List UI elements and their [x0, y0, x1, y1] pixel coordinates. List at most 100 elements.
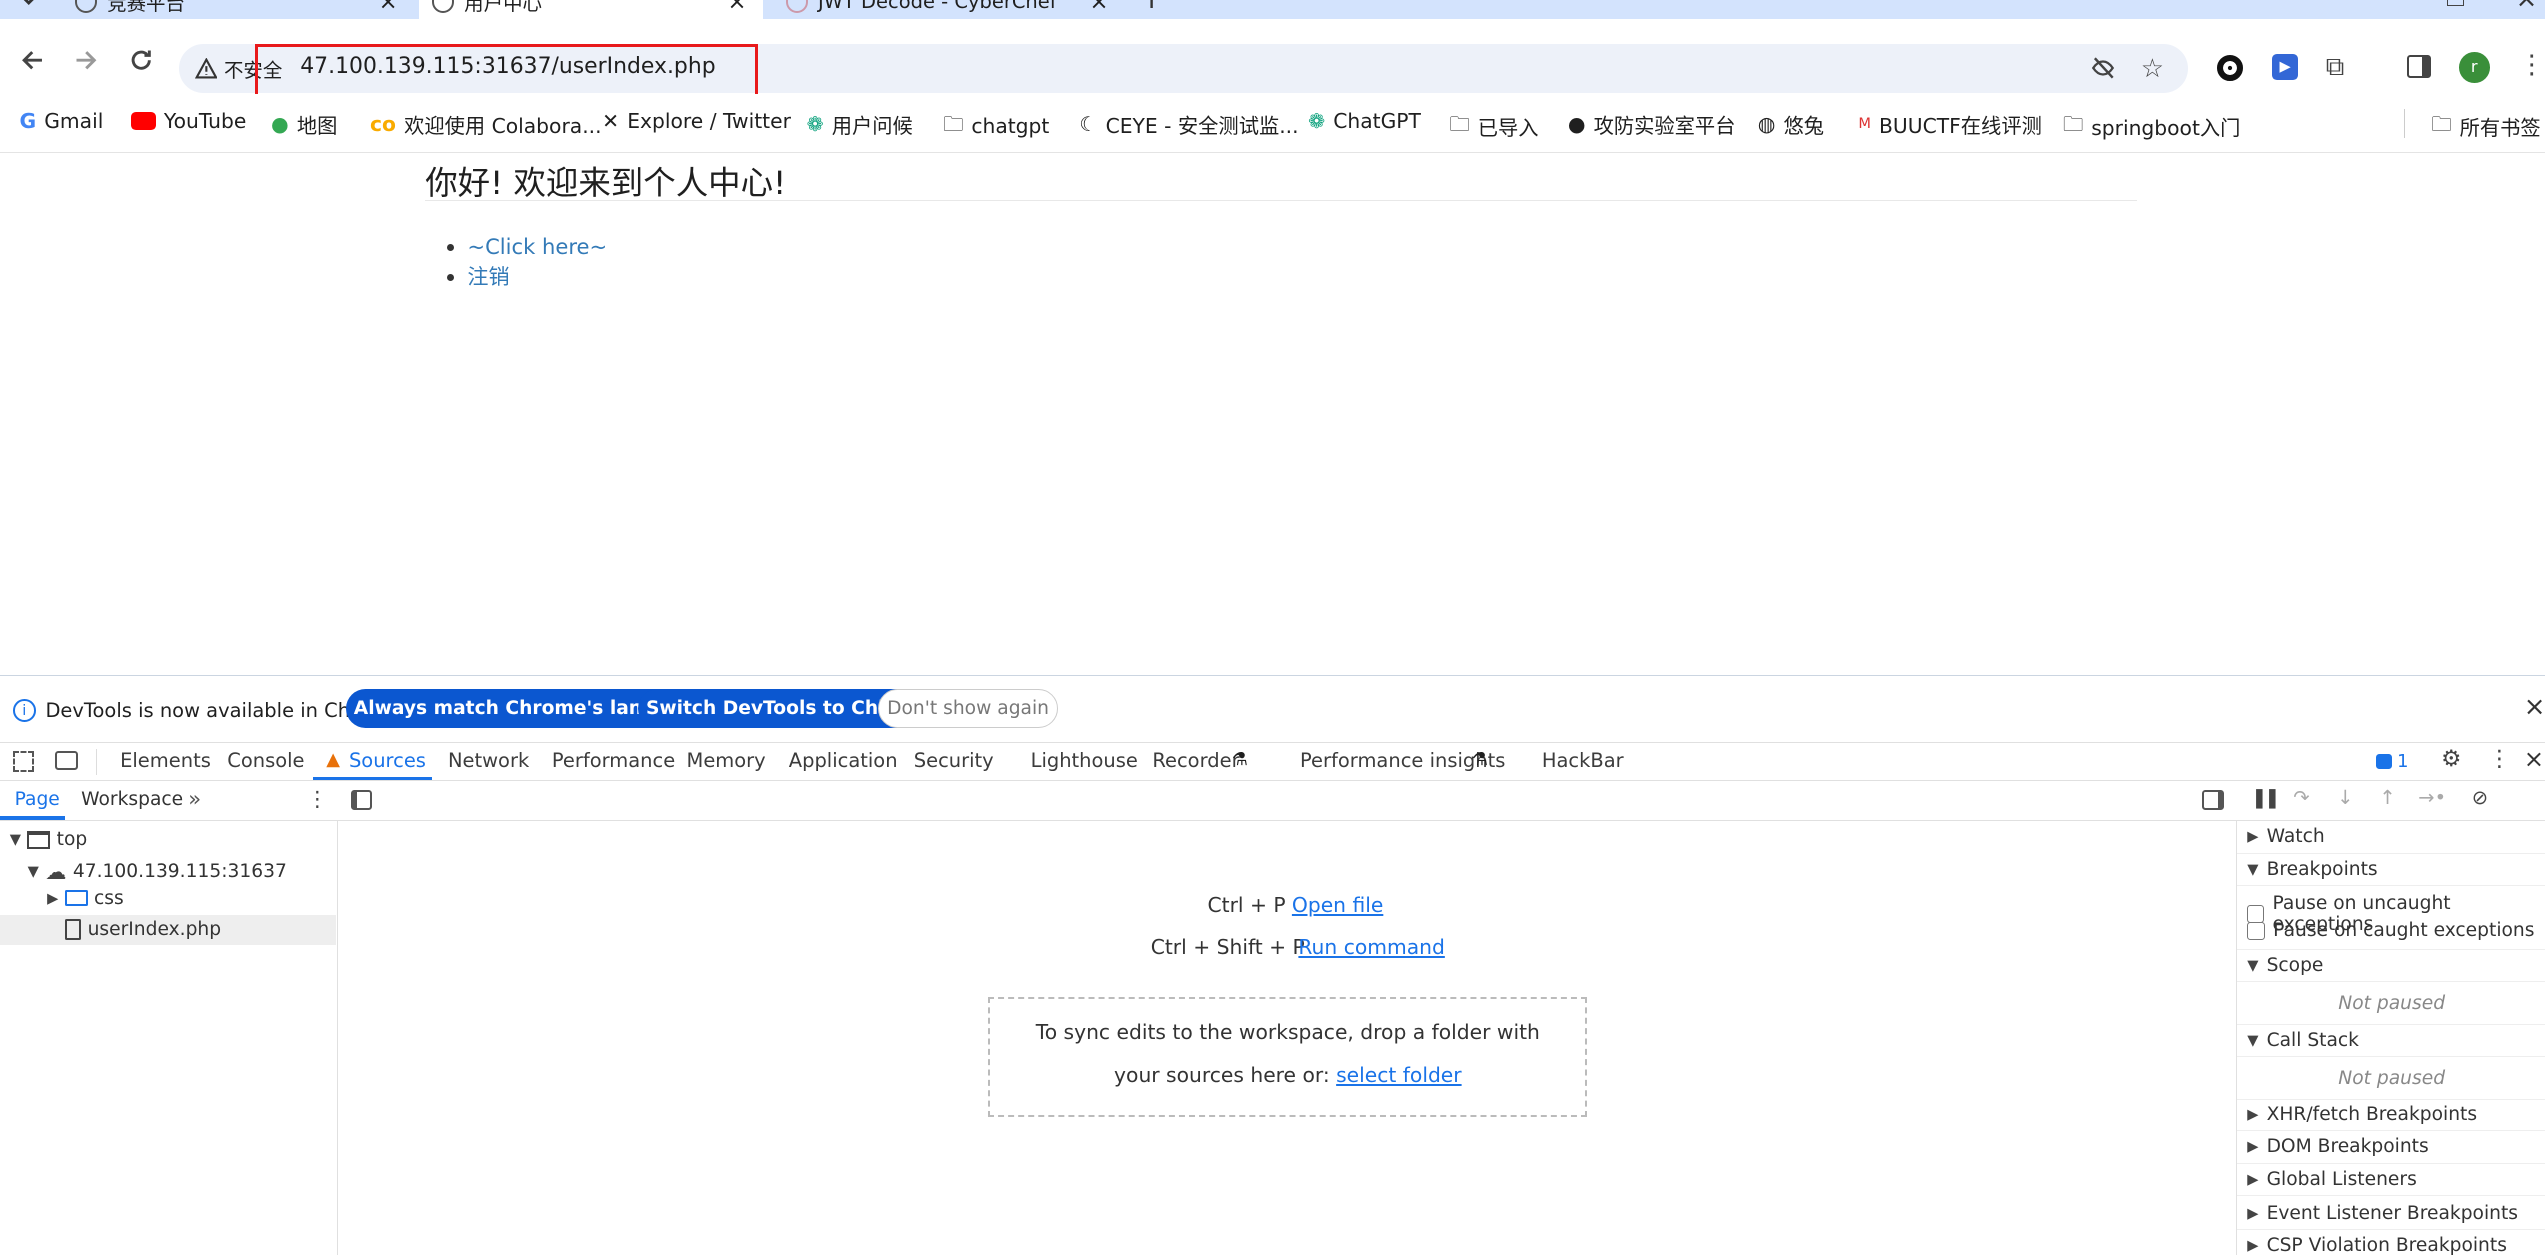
tab-performance[interactable]: Performance	[552, 749, 675, 772]
tab-application[interactable]: Application	[789, 749, 898, 772]
tab-sources[interactable]: Sources	[349, 749, 426, 772]
tab-elements[interactable]: Elements	[120, 749, 211, 772]
tab-workspace[interactable]: Workspace	[81, 789, 183, 810]
dont-show-again-button[interactable]: Don't show again	[878, 689, 1059, 729]
workspace-drop-zone[interactable]: To sync edits to the workspace, drop a f…	[988, 996, 1588, 1117]
logout-link[interactable]: 注销	[467, 264, 509, 289]
section-dom-breakpoints[interactable]: ▶ DOM Breakpoints	[2237, 1131, 2545, 1164]
section-xhr-breakpoints[interactable]: ▶ XHR/fetch Breakpoints	[2237, 1098, 2545, 1132]
reload-button[interactable]	[125, 44, 157, 76]
section-breakpoints[interactable]: ▼ Breakpoints	[2237, 854, 2545, 887]
all-bookmarks[interactable]: 🗀 所有书签	[2431, 109, 2540, 144]
tab-page[interactable]: Page	[15, 789, 60, 810]
tab-cyberchef[interactable]: JWT Decode - CyberChef ×	[776, 0, 1125, 19]
extension-play-icon[interactable]: ▶	[2272, 53, 2299, 80]
tree-item-file[interactable]: userIndex.php	[64, 918, 221, 940]
bookmark-springboot[interactable]: 🗀 springboot入门	[2063, 109, 2241, 144]
bookmark-imported[interactable]: 🗀 已导入	[1449, 109, 1538, 144]
bookmark-buuctf[interactable]: M BUUCTF在线评测	[1858, 109, 2042, 139]
tab-search-button[interactable]	[13, 0, 45, 16]
sources-toolbar: Page Workspace » ⋮ ❚❚ ↷ ↓ ↑ →• ⊘	[0, 780, 2545, 822]
list-item: ~Click here~	[467, 232, 607, 262]
flask-icon: ⚗	[1231, 749, 1248, 771]
toggle-navigator-icon[interactable]	[350, 790, 372, 810]
tab-security[interactable]: Security	[914, 749, 994, 772]
tree-item-top[interactable]: ▼ top	[10, 829, 88, 850]
page-tab-underline	[0, 816, 65, 820]
bookmark-chatgpt-folder[interactable]: 🗀 chatgpt	[943, 109, 1049, 144]
new-tab-button[interactable]: +	[1139, 0, 1163, 15]
arrow-right-icon	[76, 50, 97, 70]
issues-badge[interactable]: 1	[2376, 751, 2409, 772]
bookmark-colab[interactable]: co 欢迎使用 Colabora...	[370, 109, 602, 139]
tab-competition[interactable]: 竞赛平台 ×	[65, 0, 414, 19]
close-icon[interactable]: ×	[379, 0, 414, 15]
restore-window-button[interactable]	[2447, 0, 2464, 7]
kebab-menu-icon[interactable]: ⋮	[2488, 746, 2511, 772]
step-out-icon[interactable]: ↑	[2379, 786, 2395, 809]
tab-network[interactable]: Network	[448, 749, 529, 772]
step-over-icon[interactable]: ↷	[2293, 786, 2309, 809]
message-icon	[2376, 754, 2393, 769]
bookmark-youtu[interactable]: ◍ 悠兔	[1758, 109, 1824, 139]
tab-user-center[interactable]: 用户中心 ×	[418, 0, 763, 20]
tab-memory[interactable]: Memory	[687, 749, 766, 772]
pause-caught-checkbox[interactable]: Pause on caught exceptions	[2247, 920, 2534, 941]
device-toolbar-icon[interactable]	[55, 750, 78, 771]
select-folder-link[interactable]: select folder	[1336, 1063, 1461, 1087]
gear-icon[interactable]: ⚙	[2441, 746, 2461, 772]
close-icon[interactable]: ×	[2524, 744, 2544, 773]
page-title: 你好! 欢迎来到个人中心!	[425, 164, 787, 203]
avatar[interactable]: r	[2458, 51, 2490, 83]
puzzle-icon[interactable]: ⧉	[2326, 52, 2345, 83]
more-tabs-icon[interactable]: »	[188, 786, 201, 811]
extension-circle-icon[interactable]	[2217, 55, 2243, 82]
kebab-menu-icon[interactable]: ⋮	[307, 786, 328, 811]
pause-icon[interactable]: ❚❚	[2251, 786, 2280, 809]
youtube-icon	[131, 111, 156, 130]
forward-button[interactable]	[70, 44, 102, 76]
section-global-listeners[interactable]: ▶ Global Listeners	[2237, 1164, 2545, 1197]
spy-icon: ●	[1567, 111, 1586, 136]
close-icon[interactable]: ×	[1089, 0, 1124, 15]
info-icon: i	[12, 698, 36, 722]
bookmark-ceye[interactable]: ☾ CEYE - 安全测试监...	[1079, 109, 1298, 139]
close-window-button[interactable]: ×	[2516, 0, 2538, 14]
deactivate-breakpoints-icon[interactable]: ⊘	[2472, 786, 2488, 809]
close-icon[interactable]: ×	[2524, 692, 2545, 722]
step-into-icon[interactable]: ↓	[2337, 786, 2353, 809]
section-call-stack[interactable]: ▼ Call Stack	[2237, 1024, 2545, 1057]
side-panel-icon[interactable]	[2406, 55, 2432, 78]
bookmark-maps[interactable]: ● 地图	[271, 109, 337, 139]
section-scope[interactable]: ▼ Scope	[2237, 949, 2545, 982]
inspect-element-icon[interactable]	[12, 750, 35, 772]
bookmark-gmail[interactable]: G Gmail	[19, 109, 103, 133]
tree-item-host[interactable]: ▼ ☁ 47.100.139.115:31637	[28, 859, 287, 884]
close-icon[interactable]: ×	[728, 0, 763, 15]
section-watch[interactable]: ▶ Watch	[2237, 821, 2545, 854]
step-icon[interactable]: →•	[2418, 786, 2446, 809]
toggle-debugger-icon[interactable]	[2202, 790, 2224, 810]
bookmark-chatgpt[interactable]: ❁ ChatGPT	[1308, 109, 1421, 133]
back-button[interactable]	[16, 44, 48, 76]
section-csp-breakpoints[interactable]: ▶ CSP Violation Breakpoints	[2237, 1230, 2545, 1255]
ceye-icon: ☾	[1079, 111, 1098, 136]
caret-right-icon: ▶	[2247, 1170, 2259, 1188]
bookmark-youtube[interactable]: YouTube	[131, 109, 246, 133]
open-file-link[interactable]: Open file	[1292, 893, 1383, 917]
section-event-listener-breakpoints[interactable]: ▶ Event Listener Breakpoints	[2237, 1198, 2545, 1231]
tab-console[interactable]: Console	[227, 749, 304, 772]
folder-icon: 🗀	[2062, 111, 2084, 136]
tab-hackbar[interactable]: HackBar	[1542, 749, 1624, 772]
bookmark-twitter[interactable]: ✕ Explore / Twitter	[602, 109, 791, 133]
kebab-menu-icon[interactable]: ⋮	[2519, 50, 2545, 80]
click-here-link[interactable]: ~Click here~	[467, 234, 607, 259]
star-icon[interactable]: ☆	[2141, 54, 2164, 84]
bookmark-lab[interactable]: ● 攻防实验室平台	[1568, 109, 1736, 139]
eye-off-icon[interactable]	[2090, 55, 2116, 81]
tab-lighthouse[interactable]: Lighthouse	[1031, 749, 1138, 772]
tree-item-css-folder[interactable]: ▶ css	[47, 888, 124, 909]
tab-recorder[interactable]: Recorder	[1152, 749, 1239, 772]
bookmark-greeting[interactable]: ❁ 用户问候	[807, 109, 913, 139]
run-command-link[interactable]: Run command	[1298, 935, 1444, 959]
